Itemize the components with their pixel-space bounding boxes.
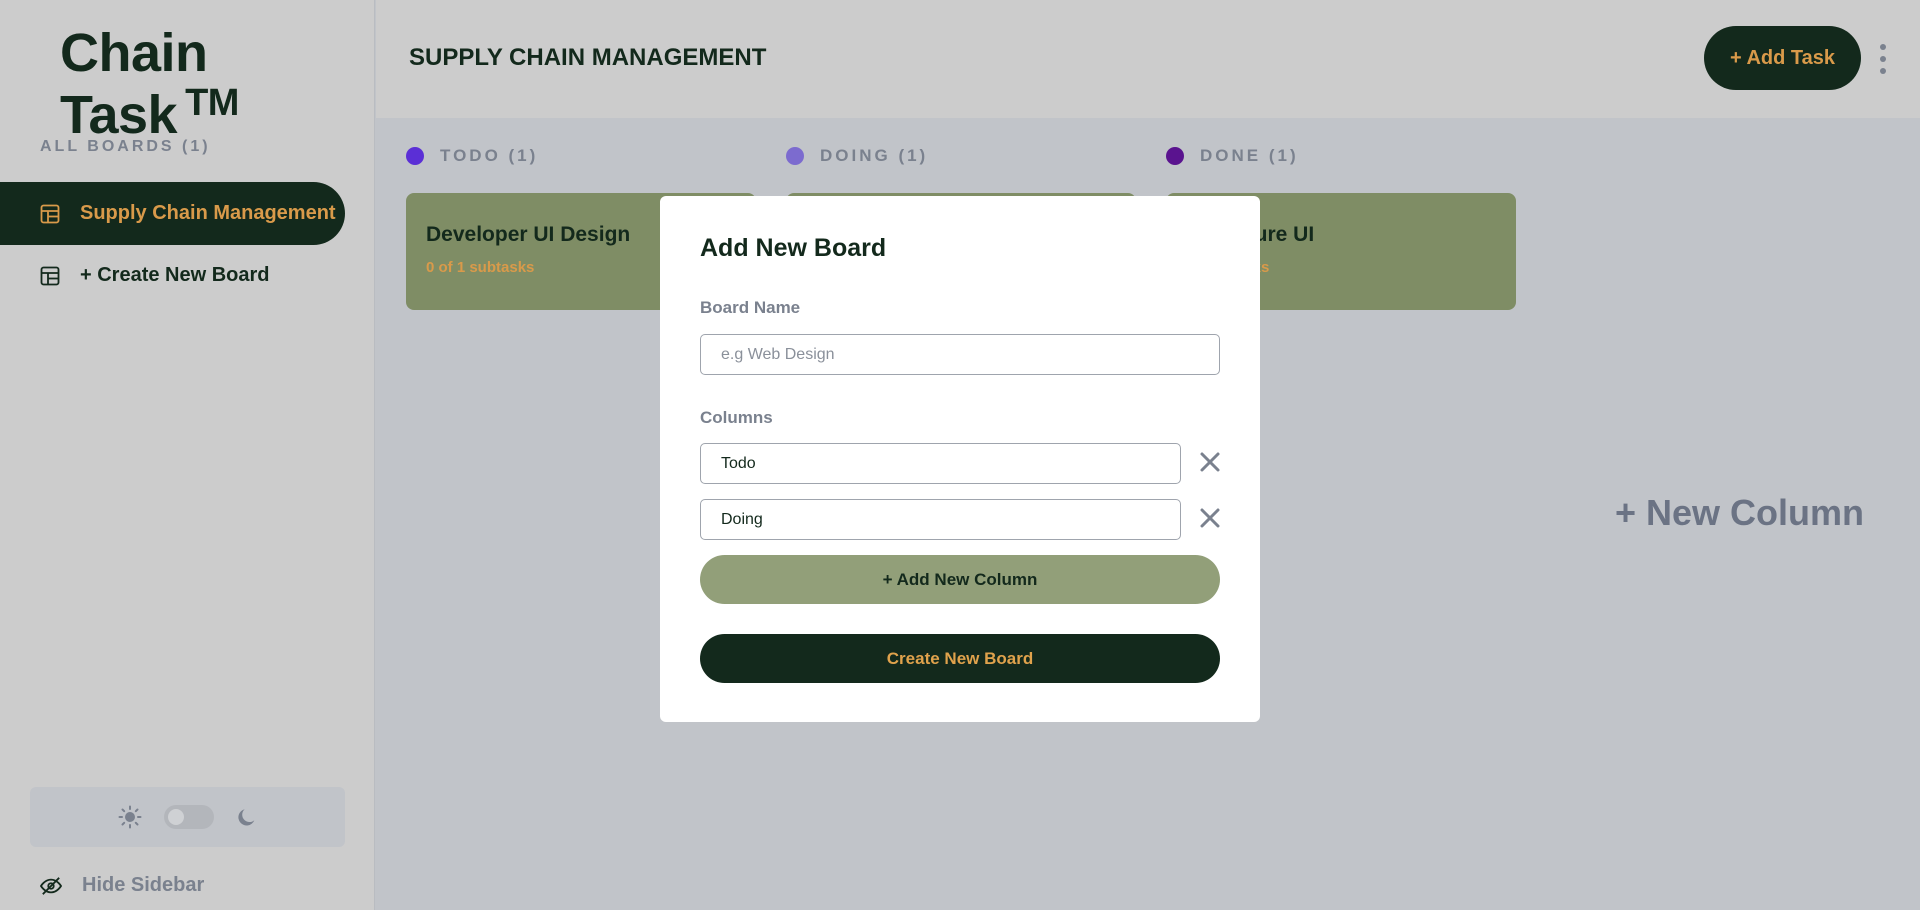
column-input-doing[interactable] [700, 499, 1181, 540]
column-input-todo[interactable] [700, 443, 1181, 484]
new-column-button[interactable]: + New Column [1615, 492, 1864, 534]
hide-sidebar-label: Hide Sidebar [82, 874, 205, 896]
trademark: TM [185, 82, 239, 124]
column-label: TODO (1) [440, 146, 539, 165]
add-board-modal: Add New Board Board Name Columns + Add N… [660, 196, 1260, 722]
column-label: DONE (1) [1200, 146, 1299, 165]
sun-icon [118, 805, 141, 829]
close-icon[interactable] [1198, 506, 1222, 530]
top-header: SUPPLY CHAIN MANAGEMENT + Add Task [376, 0, 1920, 118]
column-header-done: DONE (1) [1166, 146, 1299, 166]
column-label: DOING (1) [820, 146, 929, 165]
sidebar: Chain Task TM ALL BOARDS (1) Supply Chain… [0, 0, 375, 910]
board-icon [40, 204, 60, 223]
add-new-column-button[interactable]: + Add New Column [700, 555, 1220, 604]
task-subtasks: asks [1236, 259, 1496, 276]
column-dot [406, 147, 424, 165]
theme-toggle[interactable] [163, 805, 214, 829]
theme-switcher [30, 787, 345, 847]
columns-label: Columns [700, 408, 773, 427]
column-header-doing: DOING (1) [786, 146, 928, 166]
board-icon [40, 266, 60, 285]
create-new-board-button[interactable]: + Create New Board [0, 244, 345, 307]
close-icon[interactable] [1198, 450, 1222, 474]
column-dot [786, 147, 804, 165]
toggle-knob [167, 809, 184, 825]
sidebar-item-label: + Create New Board [80, 264, 270, 286]
eye-slash-icon [40, 876, 62, 895]
modal-title: Add New Board [700, 234, 887, 262]
column-header-todo: TODO (1) [406, 146, 538, 166]
add-task-button[interactable]: + Add Task [1704, 26, 1861, 90]
page-title: SUPPLY CHAIN MANAGEMENT [409, 44, 767, 71]
hide-sidebar-button[interactable]: Hide Sidebar [40, 874, 204, 897]
board-name-label: Board Name [700, 298, 801, 317]
sidebar-item-supply-chain[interactable]: Supply Chain Management [0, 182, 345, 245]
board-name-input[interactable] [700, 334, 1220, 375]
task-title: ature UI [1236, 223, 1315, 246]
moon-icon [237, 809, 254, 826]
sidebar-item-label: Supply Chain Management [80, 202, 336, 224]
create-new-board-submit[interactable]: Create New Board [700, 634, 1220, 683]
kebab-icon[interactable] [1878, 44, 1888, 74]
app-logo: Chain Task TM [60, 22, 374, 146]
column-dot [1166, 147, 1184, 165]
all-boards-heading: ALL BOARDS (1) [40, 138, 211, 155]
